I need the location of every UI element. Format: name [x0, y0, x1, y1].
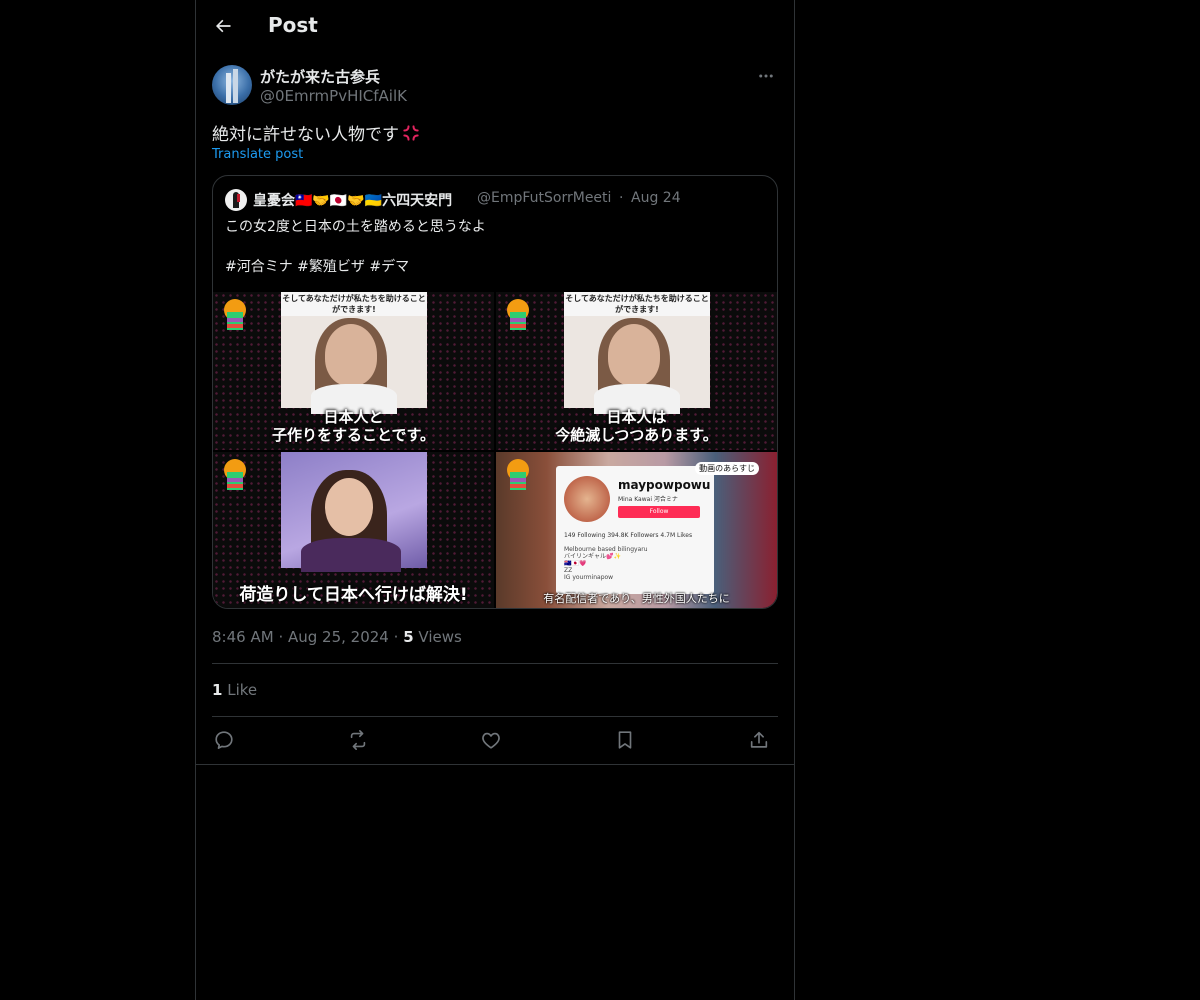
media-tile-3[interactable]: 荷造りして日本へ行けば解決! [213, 452, 494, 608]
more-button[interactable] [754, 64, 778, 88]
likes-count: 1 [212, 681, 223, 699]
media-tile-4[interactable]: maypowpowu Mina Kawai 河合ミナ Follow 149 Fo… [496, 452, 777, 608]
divider [196, 764, 794, 765]
profile-card-stats: 149 Following 394.8K Followers 4.7M Like… [564, 532, 693, 539]
repost-button[interactable] [346, 728, 370, 752]
quote-text: この女2度と日本の土を踏めると思うなよ [225, 219, 486, 235]
profile-card-follow: Follow [618, 506, 700, 518]
meta-separator: · [278, 628, 284, 646]
back-arrow-icon [216, 19, 231, 33]
media-2-caption-line1: 日本人は [606, 408, 667, 426]
media-2-caption-line2: 今絶滅しつつあります。 [555, 426, 718, 444]
author-display-name[interactable]: がたが来た古参兵 [260, 66, 380, 87]
avatar[interactable] [212, 65, 252, 105]
page-title: Post [268, 13, 318, 37]
views-count: 5 [403, 628, 414, 646]
quote-handle[interactable]: @EmpFutSorrMeeti [477, 190, 611, 206]
channel-logo-icon [507, 299, 529, 330]
channel-logo-icon [507, 459, 529, 490]
media-3-caption: 荷造りして日本へ行けば解決! [239, 585, 468, 605]
media-tile-2[interactable]: そしてあなただけが私たちを助けることができます! 日本人は 今絶滅しつつあります… [496, 292, 777, 450]
likes-summary[interactable]: 1 Like [212, 681, 257, 699]
more-icon [759, 74, 773, 78]
like-button[interactable] [479, 728, 503, 752]
media-1-caption: 日本人と 子作りをすることです。 [213, 408, 494, 444]
main-column: Post がたが来た古参兵 @0EmrmPvHICfAilK 絶対に許せない人物… [195, 0, 795, 1000]
media-1-caption-line2: 子作りをすることです。 [271, 426, 436, 444]
bookmark-button[interactable] [613, 728, 637, 752]
divider [212, 663, 778, 664]
author-handle[interactable]: @0EmrmPvHICfAilK [260, 87, 407, 105]
media-grid: そしてあなただけが私たちを助けることができます! 日本人と 子作りをすることです… [213, 292, 777, 608]
media-1-banner: そしてあなただけが私たちを助けることができます! [281, 292, 427, 316]
reply-icon [215, 731, 233, 749]
media-2-banner: そしてあなただけが私たちを助けることができます! [564, 292, 710, 316]
views-label: Views [418, 628, 462, 646]
quote-avatar[interactable] [225, 189, 247, 211]
quote-date[interactable]: Aug 24 [631, 190, 681, 206]
post-text: 絶対に許せない人物です [212, 120, 421, 145]
channel-logo-icon [224, 459, 246, 490]
media-4-caption: 有名配信者であり、男性外国人たちに [543, 592, 730, 605]
like-icon [482, 732, 500, 749]
share-icon [750, 731, 768, 748]
action-bar [212, 718, 778, 764]
quote-separator: · [619, 190, 624, 206]
quote-display-name[interactable]: 皇憂会🇹🇼🤝🇯🇵🤝🇺🇦六四天安門 [253, 190, 452, 210]
post-meta: 8:46 AM · Aug 25, 2024 · 5 Views [212, 628, 462, 646]
translate-post-link[interactable]: Translate post [212, 147, 303, 162]
post-date[interactable]: Aug 25, 2024 [288, 628, 389, 646]
divider [212, 716, 778, 717]
meta-separator: · [393, 628, 399, 646]
profile-card-bio: Melbourne based bilingyaru バイリンギャル💕✨ 🇦🇺🇯… [564, 546, 648, 581]
profile-card-subtitle: Mina Kawai 河合ミナ [618, 496, 678, 503]
profile-card-avatar [564, 476, 610, 522]
author-row: がたが来た古参兵 @0EmrmPvHICfAilK [212, 64, 778, 108]
back-button[interactable] [206, 9, 240, 43]
reply-button[interactable] [212, 728, 236, 752]
quote-hashtags[interactable]: #河合ミナ #繁殖ビザ #デマ [225, 256, 409, 276]
media-1-caption-line1: 日本人と [323, 408, 384, 426]
repost-icon [350, 730, 366, 750]
profile-card: maypowpowu Mina Kawai 河合ミナ Follow 149 Fo… [556, 466, 714, 594]
channel-logo-icon [224, 299, 246, 330]
post-text-content: 絶対に許せない人物です [212, 125, 399, 145]
quoted-post[interactable]: 皇憂会🇹🇼🤝🇯🇵🤝🇺🇦六四天安門 @EmpFutSorrMeeti · Aug … [212, 175, 778, 609]
post-time[interactable]: 8:46 AM [212, 628, 274, 646]
bookmark-icon [618, 731, 632, 749]
profile-card-name: maypowpowu [618, 478, 711, 492]
media-tile-1[interactable]: そしてあなただけが私たちを助けることができます! 日本人と 子作りをすることです… [213, 292, 494, 450]
media-2-caption: 日本人は 今絶滅しつつあります。 [496, 408, 777, 444]
likes-label: Like [227, 681, 258, 699]
header: Post [196, 0, 794, 53]
quote-header: 皇憂会🇹🇼🤝🇯🇵🤝🇺🇦六四天安門 @EmpFutSorrMeeti · Aug … [225, 188, 765, 212]
share-button[interactable] [747, 728, 771, 752]
anger-icon [403, 125, 419, 141]
media-4-bubble: 動画のあらすじ [695, 462, 759, 475]
